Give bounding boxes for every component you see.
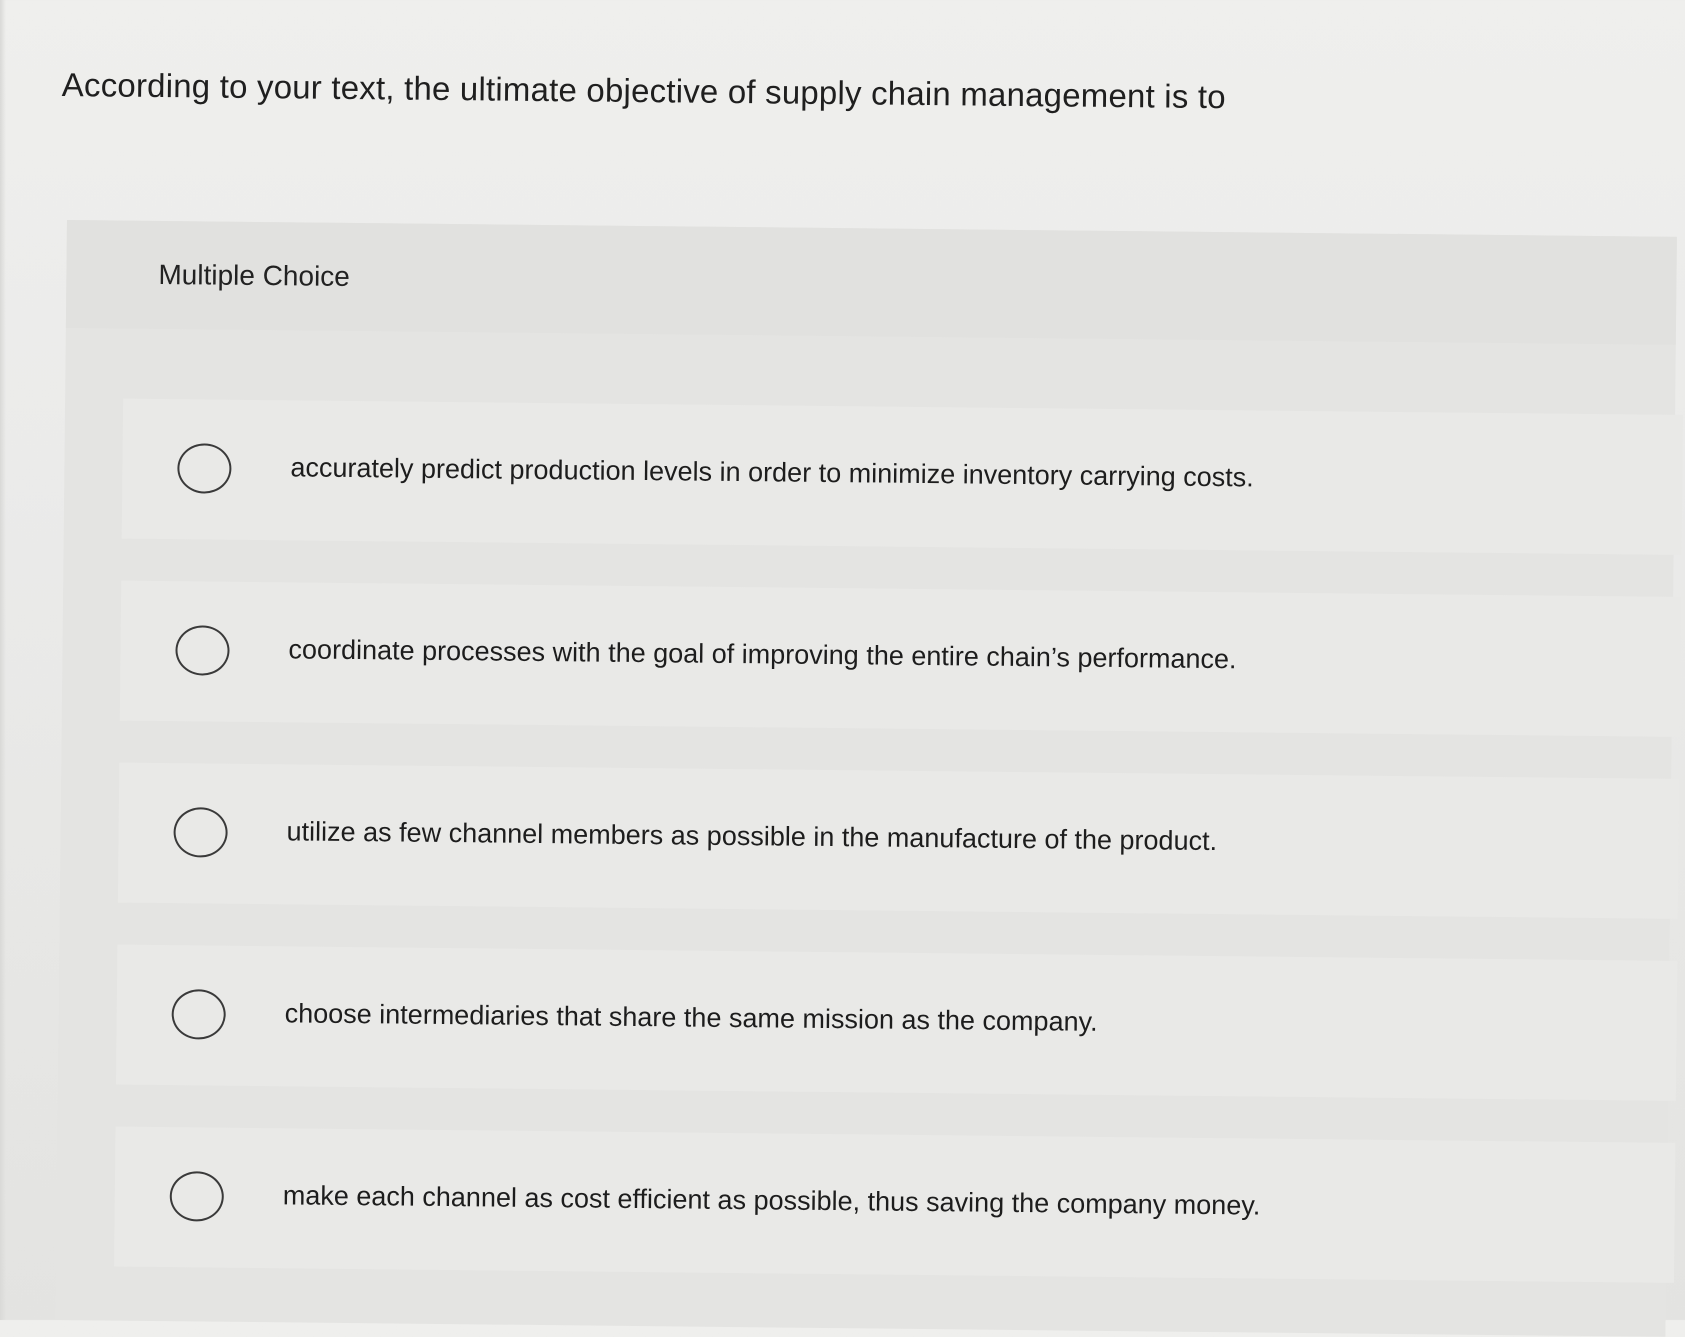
answer-option-3[interactable]: utilize as few channel members as possib…: [117, 762, 1680, 919]
radio-button-icon[interactable]: [177, 443, 232, 494]
answer-option-text: accurately predict production levels in …: [290, 452, 1254, 493]
answer-option-4[interactable]: choose intermediaries that share the sam…: [115, 944, 1678, 1101]
answer-option-text: utilize as few channel members as possib…: [286, 816, 1218, 857]
screen-edge: [0, 0, 6, 1320]
multiple-choice-header: Multiple Choice: [65, 220, 1677, 345]
radio-button-icon[interactable]: [169, 1171, 225, 1222]
question-prompt: According to your text, the ultimate obj…: [61, 66, 1227, 116]
answer-option-1[interactable]: accurately predict production levels in …: [121, 398, 1684, 555]
multiple-choice-panel: Multiple Choice accurately predict produ…: [55, 220, 1684, 1337]
radio-button-icon[interactable]: [173, 807, 228, 858]
multiple-choice-label: Multiple Choice: [158, 258, 351, 292]
answer-options-list: accurately predict production levels in …: [114, 398, 1684, 1325]
radio-button-icon[interactable]: [175, 625, 230, 676]
answer-option-5[interactable]: make each channel as cost efficient as p…: [114, 1126, 1676, 1283]
answer-option-2[interactable]: coordinate processes with the goal of im…: [119, 580, 1682, 737]
answer-option-text: coordinate processes with the goal of im…: [288, 634, 1237, 675]
answer-option-text: make each channel as cost efficient as p…: [282, 1180, 1261, 1221]
answer-option-text: choose intermediaries that share the sam…: [284, 998, 1098, 1037]
radio-button-icon[interactable]: [171, 989, 226, 1040]
